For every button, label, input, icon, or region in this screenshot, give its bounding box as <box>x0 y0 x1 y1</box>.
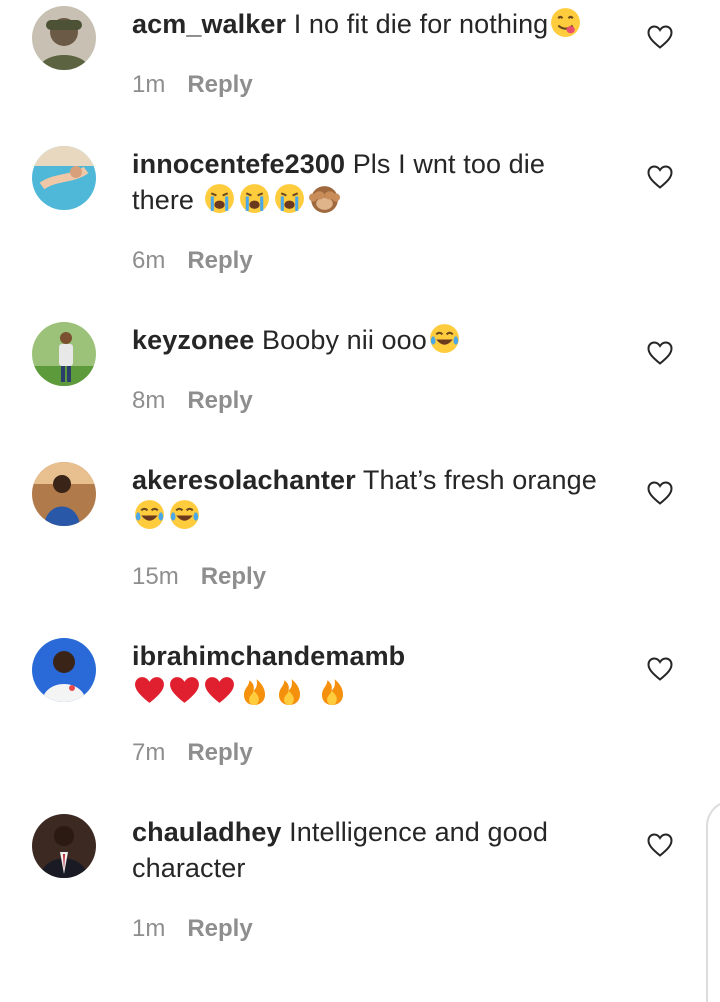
comment-text: innocentefe2300 Pls I wnt too die there <box>132 146 612 218</box>
comment-meta: 6m Reply <box>132 246 253 276</box>
comment-text: ibrahimchandemamb <box>132 638 612 710</box>
yum-emoji <box>549 6 582 39</box>
comment-time: 6m <box>132 247 166 274</box>
loudly-crying-emoji <box>273 182 306 215</box>
reply-button[interactable]: Reply <box>187 247 252 274</box>
emoji-run <box>427 322 462 355</box>
avatar[interactable] <box>32 814 96 878</box>
tears-of-joy-emoji <box>133 498 166 531</box>
comment-time: 7m <box>132 739 166 766</box>
emoji-run <box>132 498 202 531</box>
avatar[interactable] <box>32 6 96 70</box>
comment-text: akeresolachanter That’s fresh orange <box>132 462 612 534</box>
comment-message: That’s fresh orange <box>362 465 597 495</box>
comment-username[interactable]: acm_walker <box>132 9 286 39</box>
emoji-run <box>132 677 350 707</box>
overlay-card-edge <box>706 800 720 1002</box>
heart-outline-icon[interactable] <box>646 164 674 190</box>
comment-message: Booby nii ooo <box>261 325 427 355</box>
comment-username[interactable]: innocentefe2300 <box>132 149 345 179</box>
avatar[interactable] <box>32 322 96 386</box>
comment-meta: 1m Reply <box>132 914 253 944</box>
heart-outline-icon[interactable] <box>646 480 674 506</box>
red-heart-emoji <box>133 674 166 707</box>
comment-text: acm_walker I no fit die for nothing <box>132 6 612 42</box>
tears-of-joy-emoji <box>168 498 201 531</box>
comment-meta: 8m Reply <box>132 386 253 416</box>
heart-outline-icon[interactable] <box>646 340 674 366</box>
reply-button[interactable]: Reply <box>187 71 252 98</box>
heart-outline-icon[interactable] <box>646 832 674 858</box>
fire-emoji <box>316 674 349 707</box>
comment-username[interactable]: ibrahimchandemamb <box>132 641 405 671</box>
tears-of-joy-emoji <box>428 322 461 355</box>
emoji-run <box>548 6 583 39</box>
reply-button[interactable]: Reply <box>201 563 266 590</box>
comment-username[interactable]: chauladhey <box>132 817 282 847</box>
avatar[interactable] <box>32 638 96 702</box>
comment-text: chauladhey Intelligence and good charact… <box>132 814 612 886</box>
red-heart-emoji <box>168 674 201 707</box>
loudly-crying-emoji <box>238 182 271 215</box>
comment-meta: 7m Reply <box>132 738 253 768</box>
comment-message: I no fit die for nothing <box>293 9 549 39</box>
comment-meta: 15m Reply <box>132 562 266 592</box>
loudly-crying-emoji <box>203 182 236 215</box>
comment-text: keyzonee Booby nii ooo <box>132 322 612 358</box>
comment-time: 15m <box>132 563 179 590</box>
red-heart-emoji <box>203 674 236 707</box>
emoji-run <box>202 182 342 215</box>
see-no-evil-monkey-emoji <box>308 182 341 215</box>
reply-button[interactable]: Reply <box>187 739 252 766</box>
avatar[interactable] <box>32 146 96 210</box>
comment-username[interactable]: akeresolachanter <box>132 465 356 495</box>
avatar[interactable] <box>32 462 96 526</box>
heart-outline-icon[interactable] <box>646 24 674 50</box>
reply-button[interactable]: Reply <box>187 915 252 942</box>
comment-time: 8m <box>132 387 166 414</box>
comment-meta: 1m Reply <box>132 70 253 100</box>
comment-username[interactable]: keyzonee <box>132 325 254 355</box>
heart-outline-icon[interactable] <box>646 656 674 682</box>
fire-emoji <box>238 674 271 707</box>
comment-time: 1m <box>132 915 166 942</box>
comment-time: 1m <box>132 71 166 98</box>
fire-emoji <box>273 674 306 707</box>
reply-button[interactable]: Reply <box>187 387 252 414</box>
